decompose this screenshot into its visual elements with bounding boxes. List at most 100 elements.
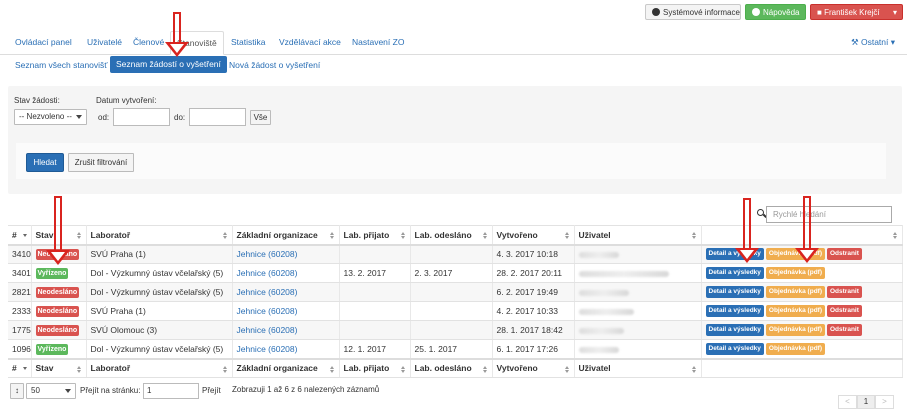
requests-table: # Stav Laboratoř Základní organizace Lab… [8, 225, 903, 378]
created-date-label: Datum vytvoření: [96, 96, 157, 105]
cell-created: 4. 2. 2017 10:33 [492, 301, 575, 321]
subtab-all-stations[interactable]: Seznam všech stanovišť [15, 60, 107, 70]
cell-actions: Detail a výsledky Objednávka (pdf) [701, 263, 903, 283]
tab-users[interactable]: Uživatelé [87, 37, 122, 47]
org-link[interactable]: Jehnice (60208) [237, 268, 298, 278]
order-pdf-button[interactable]: Objednávka (pdf) [765, 267, 825, 279]
all-dates-button[interactable]: Vše [250, 110, 271, 125]
records-info: Zobrazuji 1 až 6 z 6 nalezených záznamů [232, 385, 380, 394]
cell-received: 13. 2. 2017 [339, 263, 411, 283]
prev-page-button[interactable]: < [838, 395, 857, 409]
remove-button[interactable]: Odstranit [827, 305, 862, 317]
system-info-button[interactable]: Systémové informace [645, 4, 741, 20]
goto-page-input[interactable]: 1 [143, 383, 199, 399]
order-pdf-button[interactable]: Objednávka (pdf) [765, 324, 825, 336]
cell-created: 28. 2. 2017 20:11 [492, 263, 575, 283]
other-menu[interactable]: ⚒ Ostatní ▾ [851, 37, 895, 48]
tab-settings[interactable]: Nastavení ZO [352, 37, 404, 47]
redacted-user [578, 327, 624, 334]
table-row: 3401 Vyřízeno Dol - Výzkumný ústav včelařs… [8, 263, 903, 283]
detail-button[interactable]: Detail a výsledky [705, 305, 764, 317]
order-pdf-button[interactable]: Objednávka (pdf) [765, 286, 825, 298]
table-row: 2821 Neodesláno Dol - Výzkumný ústav včela… [8, 282, 903, 302]
col-created-header[interactable]: Vytvořeno [492, 225, 575, 246]
info-icon [752, 8, 760, 16]
org-link[interactable]: Jehnice (60208) [237, 344, 298, 354]
page-1-button[interactable]: 1 [857, 395, 875, 409]
tab-education[interactable]: Vzdělávací akce [279, 37, 341, 47]
org-link[interactable]: Jehnice (60208) [237, 325, 298, 335]
chevron-down-icon [65, 389, 71, 393]
sort-icon [482, 232, 488, 240]
cell-org: Jehnice (60208) [232, 339, 340, 359]
order-pdf-button[interactable]: Objednávka (pdf) [765, 305, 825, 317]
sort-icon [564, 232, 570, 240]
detail-button[interactable]: Detail a výsledky [705, 286, 764, 298]
quick-search-input[interactable]: Rychlé hledání [766, 206, 892, 223]
page-size-select[interactable]: 50 [26, 383, 76, 399]
order-pdf-button[interactable]: Objednávka (pdf) [765, 342, 825, 355]
col-lab-header[interactable]: Laboratoř [86, 225, 233, 246]
status-filter-label: Stav žádosti: [14, 96, 60, 105]
sort-icon [892, 232, 898, 240]
sort-icon [482, 365, 488, 374]
remove-button[interactable]: Odstranit [827, 324, 862, 336]
table-header-row: # Stav Laboratoř Základní organizace Lab… [8, 225, 903, 246]
tab-dashboard[interactable]: Ovládací panel [15, 37, 72, 47]
cell-user [574, 339, 702, 359]
search-icon [757, 209, 764, 216]
subtab-requests[interactable]: Seznam žádostí o vyšetření [110, 56, 227, 73]
col-received-header[interactable]: Lab. přijato [339, 225, 411, 246]
subtab-new-request[interactable]: Nová žádost o vyšetření [229, 60, 320, 70]
cell-id: 2333 [8, 301, 32, 321]
cell-received: 12. 1. 2017 [339, 339, 411, 359]
help-button[interactable]: Nápověda [745, 4, 806, 20]
next-page-button[interactable]: > [875, 395, 894, 409]
cell-lab: SVÚ Praha (1) [86, 244, 233, 264]
col-org-header[interactable]: Základní organizace [232, 225, 340, 246]
cell-id: 1775 [8, 320, 32, 340]
org-link[interactable]: Jehnice (60208) [237, 287, 298, 297]
search-button[interactable]: Hledat [26, 153, 64, 172]
remove-button[interactable]: Odstranit [827, 248, 862, 261]
cancel-filter-button[interactable]: Zrušit filtrování [68, 153, 134, 172]
detail-button[interactable]: Detail a výsledky [705, 342, 764, 355]
col-sent-header[interactable]: Lab. odesláno [410, 225, 493, 246]
remove-button[interactable]: Odstranit [827, 286, 862, 298]
cell-lab: SVÚ Olomouc (3) [86, 320, 233, 340]
cell-created: 6. 1. 2017 17:26 [492, 339, 575, 359]
user-menu-button[interactable]: ■ František Krejčí ▾ [810, 4, 903, 20]
date-from-input[interactable] [113, 108, 170, 126]
sort-icon [691, 365, 697, 374]
detail-button[interactable]: Detail a výsledky [705, 324, 764, 336]
cell-sent [410, 244, 493, 264]
cell-received [339, 301, 411, 321]
status-select[interactable]: -- Nezvoleno -- [14, 109, 87, 125]
to-label: do: [174, 113, 186, 122]
cell-id: 3410 [8, 244, 32, 264]
sort-icon [76, 365, 82, 374]
cell-org: Jehnice (60208) [232, 301, 340, 321]
col-user-header[interactable]: Uživatel [574, 225, 702, 246]
col-org-footer: Základní organizace [232, 357, 340, 378]
resize-icon[interactable]: ↕ [10, 383, 24, 399]
cell-user [574, 263, 702, 283]
col-actions-header [701, 225, 903, 246]
sort-icon [400, 232, 406, 240]
goto-page-button[interactable]: Přejít [202, 386, 221, 395]
date-to-input[interactable] [189, 108, 246, 126]
tab-members[interactable]: Členové [133, 37, 164, 47]
cell-sent: 25. 1. 2017 [410, 339, 493, 359]
tab-statistics[interactable]: Statistika [231, 37, 266, 47]
wrench-icon: ⚒ [851, 37, 861, 47]
org-link[interactable]: Jehnice (60208) [237, 249, 298, 259]
col-id-header[interactable]: # [8, 225, 32, 246]
status-badge: Vyřízeno [35, 268, 69, 279]
cell-lab: Dol - Výzkumný ústav včelařský (5) [86, 263, 233, 283]
detail-button[interactable]: Detail a výsledky [705, 267, 764, 279]
sort-icon [76, 232, 82, 240]
col-received-footer: Lab. přijato [339, 357, 411, 378]
col-id-footer: # [8, 357, 32, 378]
sort-icon [222, 365, 228, 374]
org-link[interactable]: Jehnice (60208) [237, 306, 298, 316]
